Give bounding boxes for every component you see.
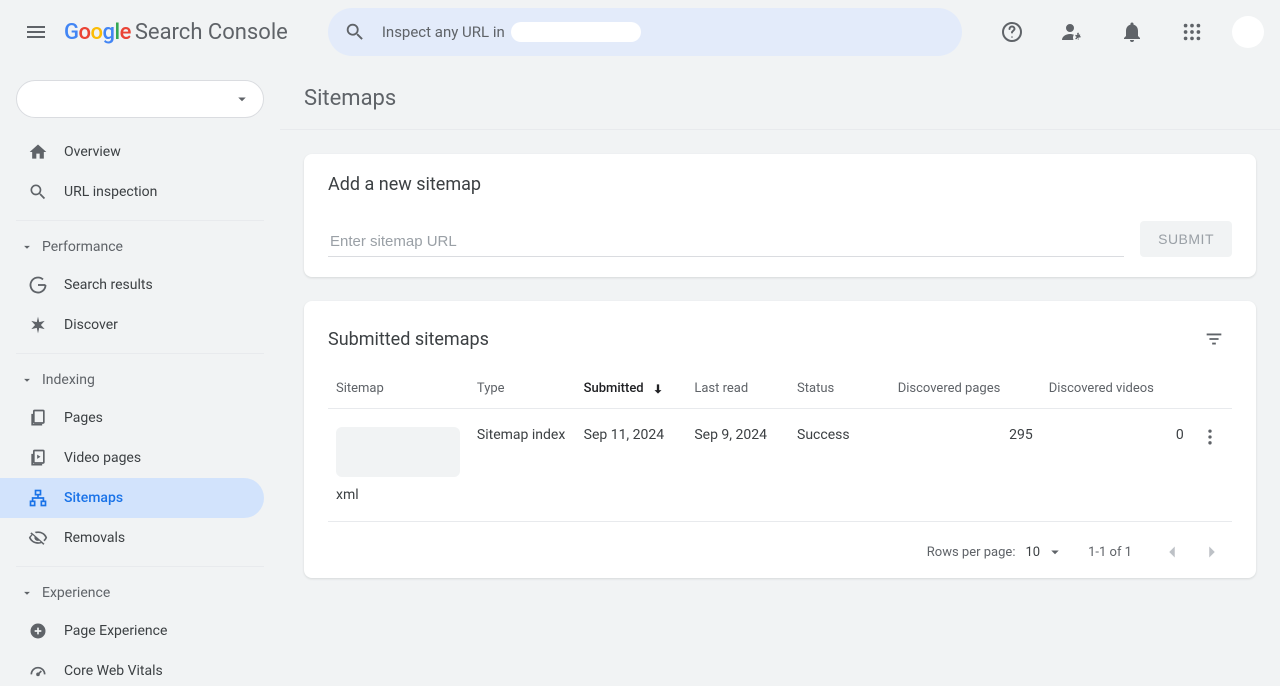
- arrow-down-icon: [651, 382, 665, 396]
- sidebar-item-sitemaps[interactable]: Sitemaps: [0, 478, 264, 518]
- cell-sitemap: xml: [328, 409, 469, 522]
- sidebar-item-label: Search results: [64, 277, 153, 293]
- col-type[interactable]: Type: [469, 369, 576, 409]
- submit-button[interactable]: SUBMIT: [1140, 221, 1232, 257]
- card-title: Add a new sitemap: [328, 174, 1232, 195]
- notifications-button[interactable]: [1112, 12, 1152, 52]
- sidebar-section-experience[interactable]: Experience: [0, 575, 280, 611]
- app-header: Google Search Console Inspect any URL in: [0, 0, 1280, 64]
- sidebar-item-pages[interactable]: Pages: [0, 398, 264, 438]
- chevron-down-icon: [20, 240, 34, 254]
- row-actions-button[interactable]: [1192, 409, 1232, 522]
- sidebar-item-url-inspection[interactable]: URL inspection: [0, 172, 264, 212]
- cell-last-read: Sep 9, 2024: [686, 409, 789, 522]
- chevron-down-icon: [20, 373, 34, 387]
- home-icon: [28, 142, 48, 162]
- sitemaps-table: Sitemap Type Submitted Last read Status …: [328, 369, 1232, 522]
- col-discovered-pages[interactable]: Discovered pages: [890, 369, 1041, 409]
- search-placeholder-prefix: Inspect any URL in: [382, 23, 505, 41]
- bell-icon: [1120, 20, 1144, 44]
- sidebar-item-video-pages[interactable]: Video pages: [0, 438, 264, 478]
- user-gear-icon: [1060, 20, 1084, 44]
- sidebar-item-label: Overview: [64, 144, 121, 160]
- cell-status: Success: [789, 409, 890, 522]
- cell-type: Sitemap index: [469, 409, 576, 522]
- sitemap-url-input[interactable]: [328, 227, 1124, 257]
- sidebar-section-indexing[interactable]: Indexing: [0, 362, 280, 398]
- sidebar-item-label: Video pages: [64, 450, 141, 466]
- sidebar-item-page-experience[interactable]: Page Experience: [0, 611, 264, 651]
- page-title: Sitemaps: [304, 64, 1256, 129]
- sidebar-section-performance[interactable]: Performance: [0, 229, 280, 265]
- sidebar-item-label: Page Experience: [64, 623, 167, 639]
- col-last-read[interactable]: Last read: [686, 369, 789, 409]
- next-page-button[interactable]: [1196, 536, 1228, 568]
- sitemap-url-redacted: [336, 427, 460, 477]
- sitemap-icon: [28, 488, 48, 508]
- plus-circle-icon: [28, 621, 48, 641]
- sidebar-item-search-results[interactable]: Search results: [0, 265, 264, 305]
- chevron-left-icon: [1161, 541, 1183, 563]
- search-icon: [344, 21, 366, 43]
- sidebar-item-label: Discover: [64, 317, 118, 333]
- rows-per-page-select[interactable]: 10: [1025, 543, 1064, 561]
- chevron-down-icon: [1046, 543, 1064, 561]
- video-pages-icon: [28, 448, 48, 468]
- url-inspect-search[interactable]: Inspect any URL in: [328, 8, 962, 56]
- sidebar-item-overview[interactable]: Overview: [0, 132, 264, 172]
- apps-grid-icon: [1181, 21, 1203, 43]
- table-footer: Rows per page: 10 1-1 of 1: [328, 522, 1232, 568]
- user-settings-button[interactable]: [1052, 12, 1092, 52]
- google-g-icon: [28, 275, 48, 295]
- account-avatar[interactable]: [1232, 16, 1264, 48]
- sidebar-item-label: Core Web Vitals: [64, 663, 163, 679]
- help-icon: [1000, 20, 1024, 44]
- cell-discovered-videos: 0: [1041, 409, 1192, 522]
- main-content: Sitemaps Add a new sitemap SUBMIT Submit…: [280, 64, 1280, 686]
- chevron-right-icon: [1201, 541, 1223, 563]
- rows-per-page-label: Rows per page:: [927, 545, 1016, 560]
- sidebar-item-label: Removals: [64, 530, 125, 546]
- hamburger-menu-button[interactable]: [16, 12, 56, 52]
- filter-button[interactable]: [1196, 321, 1232, 357]
- cell-discovered-pages: 295: [890, 409, 1041, 522]
- filter-icon: [1203, 328, 1225, 350]
- search-property-pill: [511, 22, 641, 42]
- col-submitted[interactable]: Submitted: [576, 369, 687, 409]
- pages-icon: [28, 408, 48, 428]
- speedometer-icon: [28, 661, 48, 681]
- pagination-range: 1-1 of 1: [1088, 545, 1132, 560]
- sidebar-item-discover[interactable]: Discover: [0, 305, 264, 345]
- col-discovered-videos[interactable]: Discovered videos: [1041, 369, 1192, 409]
- chevron-down-icon: [233, 90, 251, 108]
- eye-off-icon: [28, 528, 48, 548]
- product-logo[interactable]: Google Search Console: [64, 20, 288, 45]
- menu-icon: [24, 20, 48, 44]
- sidebar-item-label: Sitemaps: [64, 490, 123, 506]
- col-status[interactable]: Status: [789, 369, 890, 409]
- property-selector[interactable]: [16, 80, 264, 118]
- asterisk-icon: [28, 315, 48, 335]
- prev-page-button[interactable]: [1156, 536, 1188, 568]
- more-vert-icon: [1200, 427, 1220, 447]
- apps-button[interactable]: [1172, 12, 1212, 52]
- sidebar-item-label: URL inspection: [64, 184, 157, 200]
- table-header-row: Sitemap Type Submitted Last read Status …: [328, 369, 1232, 409]
- sidebar-item-removals[interactable]: Removals: [0, 518, 264, 558]
- help-button[interactable]: [992, 12, 1032, 52]
- cell-submitted: Sep 11, 2024: [576, 409, 687, 522]
- sidebar: Overview URL inspection Performance Sear…: [0, 64, 280, 686]
- add-sitemap-card: Add a new sitemap SUBMIT: [304, 154, 1256, 277]
- table-row[interactable]: xml Sitemap index Sep 11, 2024 Sep 9, 20…: [328, 409, 1232, 522]
- search-icon: [28, 182, 48, 202]
- col-sitemap[interactable]: Sitemap: [328, 369, 469, 409]
- card-title: Submitted sitemaps: [328, 329, 489, 350]
- sidebar-item-label: Pages: [64, 410, 103, 426]
- product-name: Search Console: [135, 20, 288, 45]
- chevron-down-icon: [20, 586, 34, 600]
- sidebar-item-core-web-vitals[interactable]: Core Web Vitals: [0, 651, 264, 686]
- submitted-sitemaps-card: Submitted sitemaps Sitemap Type Submitte…: [304, 301, 1256, 578]
